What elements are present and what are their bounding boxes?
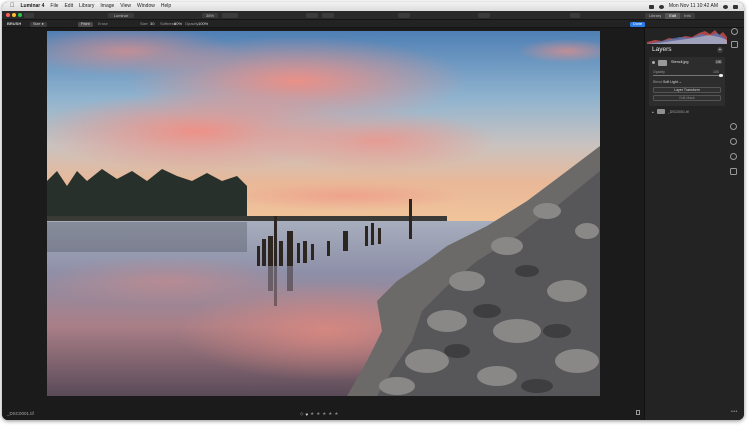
opacity-value[interactable]: 100%: [198, 20, 208, 28]
tab-info[interactable]: Info: [680, 13, 695, 19]
base-layer-name: _DSC0001.tif: [667, 109, 689, 114]
base-layer-eye-icon[interactable]: ▴: [652, 110, 654, 114]
menu-library[interactable]: Library: [79, 2, 94, 11]
star-1-icon[interactable]: ★: [310, 411, 314, 417]
erase-button[interactable]: Erase: [95, 22, 111, 27]
layer-opacity-value: 100: [713, 70, 719, 74]
window-toolbar: Luminar 36% Library Edit Info: [2, 11, 744, 20]
fit-button[interactable]: [222, 12, 238, 18]
add-layer-button[interactable]: +: [717, 47, 723, 53]
brush-size-dropdown[interactable]: Size ●: [30, 21, 47, 27]
menu-view[interactable]: View: [120, 2, 131, 11]
edit-mask-button[interactable]: Edit Mask: [653, 95, 721, 101]
blend-mode-dropdown[interactable]: Soft Light ⌄: [663, 80, 682, 84]
reject-flag-icon[interactable]: ◇: [300, 411, 303, 417]
layer-opacity-label: Opacity: [653, 70, 665, 74]
filename-label: _DSC0001.tif: [7, 411, 34, 416]
compare-button[interactable]: [306, 12, 318, 18]
star-2-icon[interactable]: ★: [316, 411, 320, 417]
undo-button[interactable]: [322, 12, 334, 18]
panel-tools: [731, 28, 738, 48]
zoom-level-button[interactable]: 36%: [202, 12, 218, 18]
layer-opacity-slider[interactable]: [653, 75, 721, 76]
menu-edit[interactable]: Edit: [64, 2, 73, 11]
panel-title: Layers: [652, 46, 672, 53]
rating-controls: ◇ ♥ ★ ★ ★ ★ ★: [300, 411, 338, 417]
menu-window[interactable]: Window: [137, 2, 155, 11]
essentials-icon[interactable]: [730, 123, 737, 130]
base-layer-row[interactable]: ▴ _DSC0001.tif: [652, 109, 689, 114]
sidebar-toggle-button[interactable]: [24, 12, 34, 18]
base-layer-thumbnail: [656, 109, 665, 114]
portrait-icon[interactable]: [730, 153, 737, 160]
professional-icon[interactable]: [730, 168, 737, 175]
share-button[interactable]: [478, 12, 490, 18]
size-label: Size: [140, 21, 148, 26]
tab-edit[interactable]: Edit: [665, 12, 681, 19]
layer-transform-button[interactable]: Layer Transform: [653, 87, 721, 93]
bottom-bar: _DSC0001.tif ◇ ♥ ★ ★ ★ ★ ★: [2, 407, 644, 420]
trash-icon[interactable]: [636, 410, 640, 415]
eye-icon[interactable]: [652, 61, 655, 64]
apple-icon[interactable]: : [10, 2, 15, 11]
close-window-button[interactable]: [6, 13, 10, 17]
menu-image[interactable]: Image: [100, 2, 114, 11]
photo-canvas[interactable]: [47, 31, 600, 396]
star-3-icon[interactable]: ★: [322, 411, 326, 417]
luminar-menu-button[interactable]: Luminar: [108, 12, 134, 18]
menu-bar:  Luminar 4 File Edit Library Image View…: [2, 2, 744, 11]
favorite-heart-icon[interactable]: ♥: [305, 412, 308, 417]
canvas-area: [2, 28, 644, 410]
layers-panel: Layers + Stencil.jpg 100 Opacity 100 Ble…: [644, 28, 744, 420]
mode-tabs: Library Edit Info: [645, 12, 695, 19]
menu-file[interactable]: File: [50, 2, 58, 11]
layer-opacity-badge: 100: [715, 60, 723, 64]
wifi-icon[interactable]: [658, 4, 664, 9]
more-options-icon[interactable]: •••: [731, 409, 738, 415]
layer-opacity-slider-handle[interactable]: [719, 73, 723, 77]
tool-categories: [730, 123, 737, 175]
zoom-window-button[interactable]: [18, 13, 22, 17]
status-area: Mon Nov 11 10:42 AM: [648, 2, 744, 11]
minimize-window-button[interactable]: [12, 13, 16, 17]
export-button[interactable]: [570, 12, 580, 18]
tab-library[interactable]: Library: [645, 13, 665, 19]
layer-name[interactable]: Stencil.jpg: [671, 60, 689, 64]
battery-icon[interactable]: [648, 4, 654, 9]
layers-tool-icon[interactable]: [731, 28, 738, 35]
opacity-label: Opacity: [185, 21, 199, 26]
lakeshore-photo: [47, 31, 600, 396]
canvas-icon[interactable]: [731, 41, 738, 48]
creative-icon[interactable]: [730, 138, 737, 145]
softness-value[interactable]: 80%: [174, 20, 182, 28]
search-icon[interactable]: [723, 4, 728, 9]
histogram-icon: [647, 30, 727, 44]
paint-button[interactable]: Paint: [78, 21, 93, 27]
star-5-icon[interactable]: ★: [334, 411, 338, 417]
menu-help[interactable]: Help: [161, 2, 171, 11]
layer-card[interactable]: Stencil.jpg 100 Opacity 100 Blend Soft L…: [649, 57, 725, 106]
history-button[interactable]: [398, 12, 410, 18]
app-window:  Luminar 4 File Edit Library Image View…: [2, 2, 744, 420]
menu-app-name[interactable]: Luminar 4: [21, 2, 45, 11]
size-value[interactable]: 30: [150, 20, 154, 28]
done-button[interactable]: Done: [630, 21, 646, 27]
window-controls: [2, 13, 22, 17]
control-center-icon[interactable]: [733, 4, 738, 9]
layer-thumbnail: [658, 60, 667, 66]
blend-label: Blend: [653, 79, 662, 84]
star-4-icon[interactable]: ★: [328, 411, 332, 417]
clock[interactable]: Mon Nov 11 10:42 AM: [669, 2, 718, 11]
brush-options-bar: BRUSH Size ● Paint Erase Size 30 Softnes…: [2, 20, 744, 28]
brush-label: BRUSH: [7, 21, 22, 26]
